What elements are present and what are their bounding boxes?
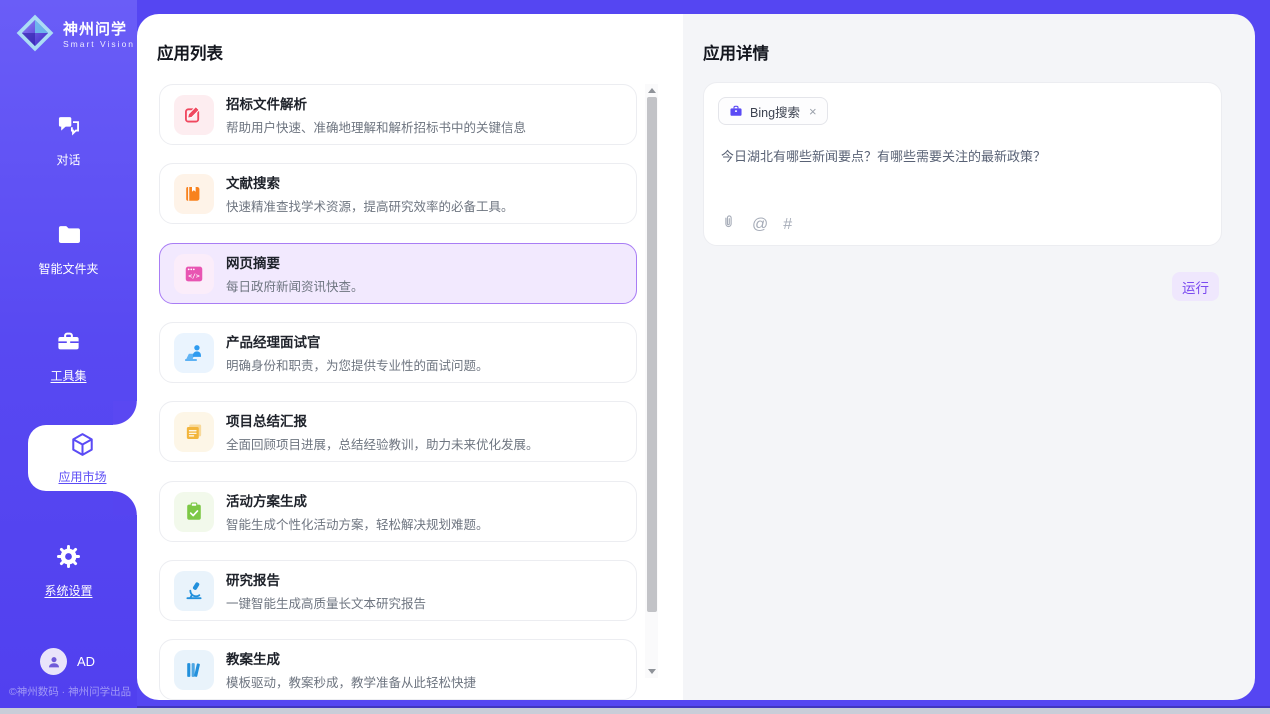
app-card-desc: 模板驱动，教案秒成，教学准备从此轻松快捷 xyxy=(226,672,476,691)
prompt-card: Bing搜索 × 今日湖北有哪些新闻要点？有哪些需要关注的最新政策？ @ # xyxy=(703,82,1222,246)
app-card-literature-search[interactable]: 文献搜索 快速精准查找学术资源，提高研究效率的必备工具。 xyxy=(159,163,637,224)
hash-icon[interactable]: # xyxy=(783,216,792,234)
app-card-web-summary[interactable]: </> 网页摘要 每日政府新闻资讯快查。 xyxy=(159,243,637,304)
scrollbar-thumb[interactable] xyxy=(647,97,657,612)
books-icon xyxy=(174,650,214,690)
app-card-desc: 每日政府新闻资讯快查。 xyxy=(226,276,364,295)
sidebar-item-label: 对话 xyxy=(56,151,80,168)
query-text-input[interactable]: 今日湖北有哪些新闻要点？有哪些需要关注的最新政策？ xyxy=(721,147,1201,166)
book-icon xyxy=(174,174,214,214)
app-card-title: 文献搜索 xyxy=(226,172,514,192)
sidebar: 神州问学 Smart Vision 对话 智能文件夹 xyxy=(0,0,137,708)
toolbox-icon xyxy=(55,328,82,360)
list-scrollbar[interactable] xyxy=(645,84,658,678)
sidebar-item-label: 系统设置 xyxy=(44,582,92,599)
notes-icon xyxy=(174,412,214,452)
sidebar-item-toolset[interactable]: 工具集 xyxy=(0,328,137,384)
scrollbar-down-arrow-icon[interactable] xyxy=(648,669,656,674)
app-card-title: 研究报告 xyxy=(226,569,426,589)
app-card-pm-interviewer[interactable]: 产品经理面试官 明确身份和职责，为您提供专业性的面试问题。 xyxy=(159,322,637,383)
logo-subtitle: Smart Vision xyxy=(63,39,135,50)
app-logo: 神州问学 Smart Vision xyxy=(14,12,135,59)
app-card-research-report[interactable]: 研究报告 一键智能生成高质量长文本研究报告 xyxy=(159,560,637,621)
sidebar-item-settings[interactable]: 系统设置 xyxy=(0,543,137,599)
logo-diamond-icon xyxy=(14,12,56,59)
app-card-desc: 全面回顾项目进展，总结经验教训，助力未来优化发展。 xyxy=(226,434,539,453)
pill-curve-bottom xyxy=(113,491,137,515)
app-card-desc: 明确身份和职责，为您提供专业性的面试问题。 xyxy=(226,355,489,374)
app-card-title: 活动方案生成 xyxy=(226,490,489,510)
run-button[interactable]: 运行 xyxy=(1172,272,1219,301)
paperclip-icon[interactable] xyxy=(720,214,737,236)
app-list-panel: 应用列表 招标文件解析 帮助用户快速、准确地理解和解析招标书中的关键信息 xyxy=(137,14,683,700)
app-card-title: 招标文件解析 xyxy=(226,93,526,113)
sidebar-item-label: 应用市场 xyxy=(58,468,106,485)
svg-text:</>: </> xyxy=(188,272,200,280)
scrollbar-up-arrow-icon[interactable] xyxy=(648,88,656,93)
microscope-icon xyxy=(174,571,214,611)
sidebar-item-label: 工具集 xyxy=(50,367,86,384)
tag-close-icon[interactable]: × xyxy=(809,104,817,119)
sidebar-item-app-market[interactable]: 应用市场 xyxy=(28,425,137,491)
app-card-bid-analysis[interactable]: 招标文件解析 帮助用户快速、准确地理解和解析招标书中的关键信息 xyxy=(159,84,637,145)
tool-tag-bing-search[interactable]: Bing搜索 × xyxy=(718,97,828,125)
edit-doc-icon xyxy=(174,95,214,135)
app-card-title: 教案生成 xyxy=(226,648,476,668)
app-card-title: 网页摘要 xyxy=(226,252,364,272)
app-card-desc: 智能生成个性化活动方案，轻松解决规划难题。 xyxy=(226,514,489,533)
sidebar-item-label: 智能文件夹 xyxy=(38,260,98,277)
content-area: 应用列表 招标文件解析 帮助用户快速、准确地理解和解析招标书中的关键信息 xyxy=(137,14,1255,700)
pill-curve-top xyxy=(113,401,137,425)
tool-tag-label: Bing搜索 xyxy=(750,102,800,121)
chat-icon xyxy=(55,112,82,144)
user-account[interactable]: AD xyxy=(40,648,95,675)
app-card-desc: 快速精准查找学术资源，提高研究效率的必备工具。 xyxy=(226,196,514,215)
person-icon xyxy=(46,654,62,670)
app-card-lesson-plan[interactable]: 教案生成 模板驱动，教案秒成，教学准备从此轻松快捷 xyxy=(159,639,637,700)
sidebar-item-chat[interactable]: 对话 xyxy=(0,112,137,168)
mention-at-icon[interactable]: @ xyxy=(752,216,768,234)
avatar[interactable] xyxy=(40,648,67,675)
user-label: AD xyxy=(77,654,95,669)
briefcase-icon xyxy=(729,104,743,118)
app-detail-panel: 应用详情 Bing搜索 × 今日湖北有哪些新闻要点？有哪些需要关注的最新政策？ xyxy=(683,14,1255,700)
app-card-desc: 一键智能生成高质量长文本研究报告 xyxy=(226,593,426,612)
app-card-desc: 帮助用户快速、准确地理解和解析招标书中的关键信息 xyxy=(226,117,526,136)
app-card-event-plan[interactable]: 活动方案生成 智能生成个性化活动方案，轻松解决规划难题。 xyxy=(159,481,637,542)
app-card-project-summary[interactable]: 项目总结汇报 全面回顾项目进展，总结经验教训，助力未来优化发展。 xyxy=(159,401,637,462)
gear-icon xyxy=(55,543,82,575)
sidebar-footer-credit: ©神州数码 · 神州问学出品 xyxy=(9,684,131,699)
interview-icon xyxy=(174,333,214,373)
input-toolbar: @ # xyxy=(720,214,792,236)
app-card-title: 产品经理面试官 xyxy=(226,331,489,351)
browser-code-icon: </> xyxy=(174,254,214,294)
clipboard-check-icon xyxy=(174,492,214,532)
app-window-frame: 神州问学 Smart Vision 对话 智能文件夹 xyxy=(0,0,1270,708)
app-list-title: 应用列表 xyxy=(157,40,223,64)
folder-icon xyxy=(55,221,82,253)
app-detail-title: 应用详情 xyxy=(703,40,769,64)
logo-title: 神州问学 xyxy=(63,21,135,39)
cube-icon xyxy=(69,431,96,463)
sidebar-item-smart-folder[interactable]: 智能文件夹 xyxy=(0,221,137,277)
app-card-title: 项目总结汇报 xyxy=(226,410,539,430)
